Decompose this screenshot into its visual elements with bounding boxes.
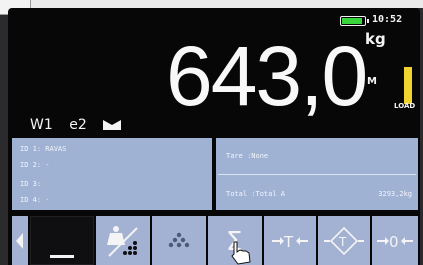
- total-label: Total :Total A: [226, 190, 286, 198]
- weight-readout: 643,0: [166, 29, 368, 123]
- tare-label: Tare :None: [226, 152, 269, 160]
- counting-button[interactable]: [152, 216, 206, 265]
- mode-indicator: M: [367, 76, 377, 87]
- clock: 10:52: [372, 14, 403, 25]
- tare-icon: T: [272, 233, 308, 251]
- svg-text:0: 0: [389, 233, 399, 251]
- tare-button[interactable]: T: [264, 216, 316, 265]
- load-bar: [404, 36, 412, 104]
- svg-text:T: T: [338, 235, 347, 249]
- id-line-2: ID 2: -: [20, 161, 50, 169]
- interval-indicator: e2: [69, 117, 87, 133]
- arrow-left-icon: [16, 232, 23, 249]
- blank-underscore-icon: [50, 254, 74, 258]
- hand-pointer-icon: [231, 241, 251, 265]
- unit-label: kg: [365, 30, 386, 48]
- id-line-3: ID 3:: [20, 180, 42, 188]
- zero-button[interactable]: 0: [372, 216, 418, 265]
- piece-count-button[interactable]: [96, 216, 150, 265]
- device-bezel: [0, 0, 423, 8]
- weight-divide-icon: [107, 225, 138, 257]
- zero-tracking-button[interactable]: [30, 216, 94, 265]
- preset-tare-button[interactable]: T: [318, 216, 370, 265]
- id-line-1: ID 1: RAVAS: [20, 145, 67, 153]
- total-value: 3293,2kg: [378, 190, 412, 198]
- id-line-4: ID 4: -: [20, 196, 50, 204]
- softkey-bar: Σ T T 0: [12, 216, 418, 265]
- svg-text:T: T: [283, 233, 294, 251]
- weighing-range-indicator: W1: [30, 117, 53, 133]
- totals-panel: Tare :None Total :Total A 3293,2kg: [216, 138, 418, 210]
- id-panel: ID 1: RAVAS ID 2: - ID 3: ID 4: -: [12, 138, 212, 210]
- scale-display: 10:52 643,0 kg M LOAD W1 e2 ID 1: RAVAS …: [8, 8, 420, 265]
- stable-indicator-icon: [103, 120, 122, 130]
- panel-divider: [218, 174, 416, 175]
- zero-icon: 0: [377, 233, 413, 251]
- preset-tare-icon: T: [324, 226, 364, 255]
- load-label: LOAD: [394, 102, 416, 110]
- status-bar: W1 e2: [30, 117, 122, 133]
- dots-pyramid-icon: [168, 232, 190, 247]
- scroll-left-button[interactable]: [12, 216, 28, 265]
- battery-icon: [340, 16, 369, 26]
